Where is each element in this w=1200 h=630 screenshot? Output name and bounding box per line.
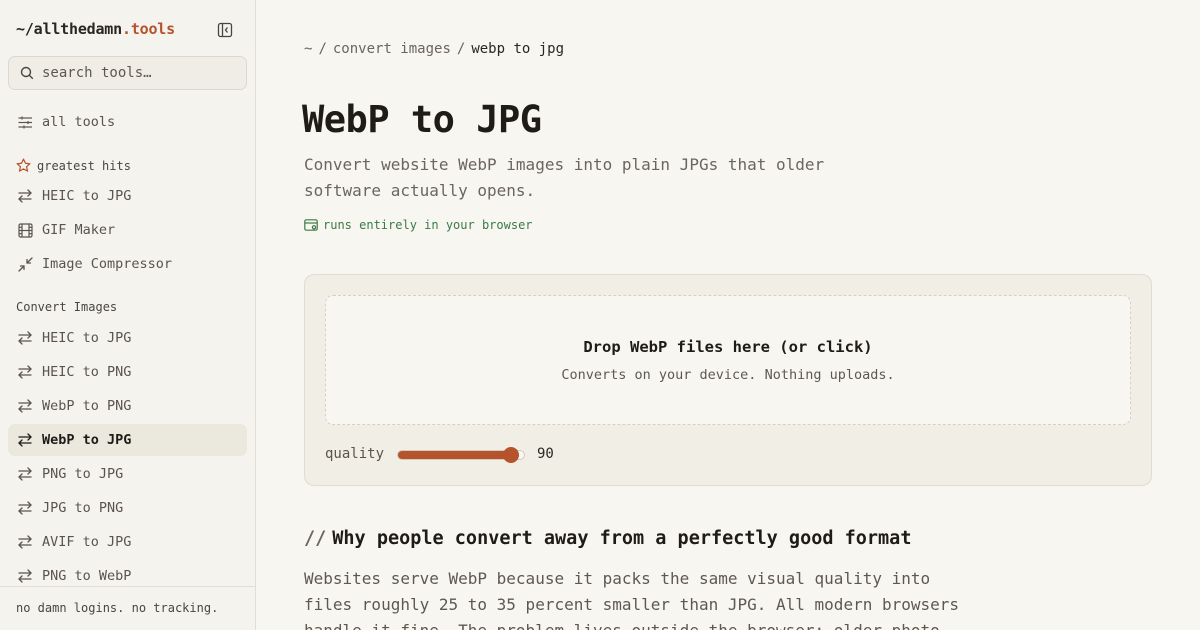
section-heading-convert-images: Convert Images (16, 300, 117, 314)
site-logo[interactable]: ~/allthedamn.tools (16, 20, 175, 38)
runs-in-browser-badge: runs entirely in your browser (304, 218, 533, 232)
page-subtitle: Convert website WebP images into plain J… (304, 155, 825, 200)
search-icon (20, 66, 34, 80)
brand-accent: .tools (121, 20, 175, 38)
convert-arrows-icon (16, 499, 34, 517)
convert-arrows-icon (16, 187, 34, 205)
sidebar-item-label: JPG to PNG (42, 500, 124, 516)
convert-arrows-icon (16, 533, 34, 551)
convert-arrows-icon (16, 465, 34, 483)
compress-icon (16, 255, 34, 273)
breadcrumb: ~ / convert images / webp to jpg (304, 41, 564, 57)
heading-mark: // (304, 528, 327, 549)
quality-label: quality (325, 446, 385, 462)
quality-value: 90 (537, 446, 554, 462)
sidebar-collapse-icon (217, 22, 233, 38)
sliders-icon (16, 113, 34, 131)
sidebar-item-jpg-to-png[interactable]: JPG to PNG (8, 492, 247, 524)
section-heading-label: greatest hits (37, 158, 131, 173)
convert-arrows-icon (16, 431, 34, 449)
breadcrumb-separator: / (318, 41, 327, 57)
sidebar-nav[interactable]: all tools greatest hits HEIC to JPG GIF … (0, 100, 255, 586)
convert-arrows-icon (16, 397, 34, 415)
article-paragraph: Websites serve WebP because it packs the… (304, 569, 960, 630)
sidebar-item-webp-to-png[interactable]: WebP to PNG (8, 390, 247, 422)
sidebar-item-heic-to-jpg-hit[interactable]: HEIC to JPG (8, 180, 247, 212)
collapse-sidebar-button[interactable] (214, 19, 236, 41)
file-dropzone[interactable]: Drop WebP files here (or click) Converts… (325, 295, 1131, 425)
search-placeholder: search tools… (42, 65, 152, 81)
sidebar-item-image-compressor[interactable]: Image Compressor (8, 248, 247, 280)
sidebar-item-webp-to-jpg[interactable]: WebP to JPG (8, 424, 247, 456)
sidebar-item-label: HEIC to JPG (42, 330, 132, 346)
breadcrumb-separator: / (456, 41, 466, 57)
convert-arrows-icon (16, 329, 34, 347)
dropzone-subtitle: Converts on your device. Nothing uploads… (561, 367, 895, 383)
converter-tool-card: Drop WebP files here (or click) Converts… (304, 274, 1152, 486)
footer-text: no damn logins. no tracking. (16, 601, 219, 615)
section-heading-label: Convert Images (16, 300, 118, 314)
sidebar-item-avif-to-jpg[interactable]: AVIF to JPG (8, 526, 247, 558)
breadcrumb-current: webp to jpg (471, 41, 565, 57)
breadcrumb-home[interactable]: ~ (304, 41, 312, 57)
sidebar-item-gif-maker[interactable]: GIF Maker (8, 214, 247, 246)
search-input[interactable]: search tools… (8, 56, 247, 90)
sidebar-item-label: Image Compressor (42, 256, 173, 272)
quality-slider-thumb[interactable] (503, 447, 519, 463)
section-heading-greatest-hits: greatest hits (16, 158, 131, 173)
sidebar-item-label: all tools (42, 114, 116, 130)
film-icon (16, 221, 34, 239)
sidebar-item-label: PNG to JPG (42, 466, 124, 482)
badge-label: runs entirely in your browser (323, 218, 533, 232)
sidebar-item-label: AVIF to JPG (42, 534, 132, 550)
page-title: WebP to JPG (302, 98, 542, 141)
sidebar-item-label: WebP to PNG (42, 398, 132, 414)
sidebar-item-heic-to-png[interactable]: HEIC to PNG (8, 356, 247, 388)
quality-slider[interactable] (397, 447, 525, 463)
sidebar-item-label: GIF Maker (42, 222, 116, 238)
sidebar-item-label: HEIC to PNG (42, 364, 132, 380)
sidebar-footer: no damn logins. no tracking. (0, 586, 255, 630)
sidebar-item-png-to-webp[interactable]: PNG to WebP (8, 560, 247, 586)
dropzone-title: Drop WebP files here (or click) (583, 338, 873, 356)
sidebar-item-label: HEIC to JPG (42, 188, 132, 204)
convert-arrows-icon (16, 567, 34, 585)
sidebar: ~/allthedamn.tools search tools… all too… (0, 0, 256, 630)
sidebar-item-heic-to-jpg[interactable]: HEIC to JPG (8, 322, 247, 354)
sidebar-item-png-to-jpg[interactable]: PNG to JPG (8, 458, 247, 490)
brand-prefix: ~/allthedamn (16, 20, 122, 38)
sidebar-item-label: WebP to JPG (42, 432, 132, 448)
star-icon (16, 158, 31, 172)
convert-arrows-icon (16, 363, 34, 381)
quality-slider-fill (398, 451, 511, 459)
sidebar-item-label: PNG to WebP (42, 568, 132, 584)
browser-icon (304, 218, 318, 231)
sidebar-item-all-tools[interactable]: all tools (8, 106, 247, 138)
article-heading: //Why people convert away from a perfect… (304, 528, 911, 549)
breadcrumb-section[interactable]: convert images (333, 41, 451, 57)
article-heading-text: Why people convert away from a perfectly… (332, 528, 912, 549)
